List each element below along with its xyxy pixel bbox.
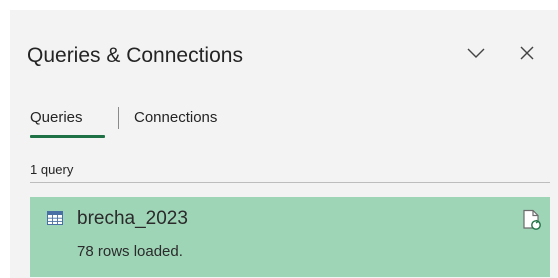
close-pane-button[interactable] <box>512 40 542 70</box>
query-count: 1 query <box>30 162 74 177</box>
close-icon <box>519 45 535 66</box>
pane-tabs: Queries Connections <box>20 98 540 142</box>
query-name: brecha_2023 <box>77 208 188 229</box>
queries-connections-pane: Queries & Connections Queries Connection… <box>10 10 558 278</box>
refresh-document-icon[interactable] <box>522 209 542 231</box>
chevron-down-icon <box>467 46 485 64</box>
tab-queries[interactable]: Queries <box>30 108 83 128</box>
query-status: 78 rows loaded. <box>77 243 183 260</box>
table-icon <box>47 211 63 225</box>
divider <box>30 182 550 183</box>
pane-options-button[interactable] <box>461 40 491 70</box>
pane-title: Queries & Connections <box>27 44 243 67</box>
tab-connections[interactable]: Connections <box>134 108 217 128</box>
tab-separator <box>118 107 119 129</box>
query-item-brecha-2023[interactable]: brecha_2023 78 rows loaded. <box>30 197 550 277</box>
active-tab-indicator <box>30 135 105 138</box>
